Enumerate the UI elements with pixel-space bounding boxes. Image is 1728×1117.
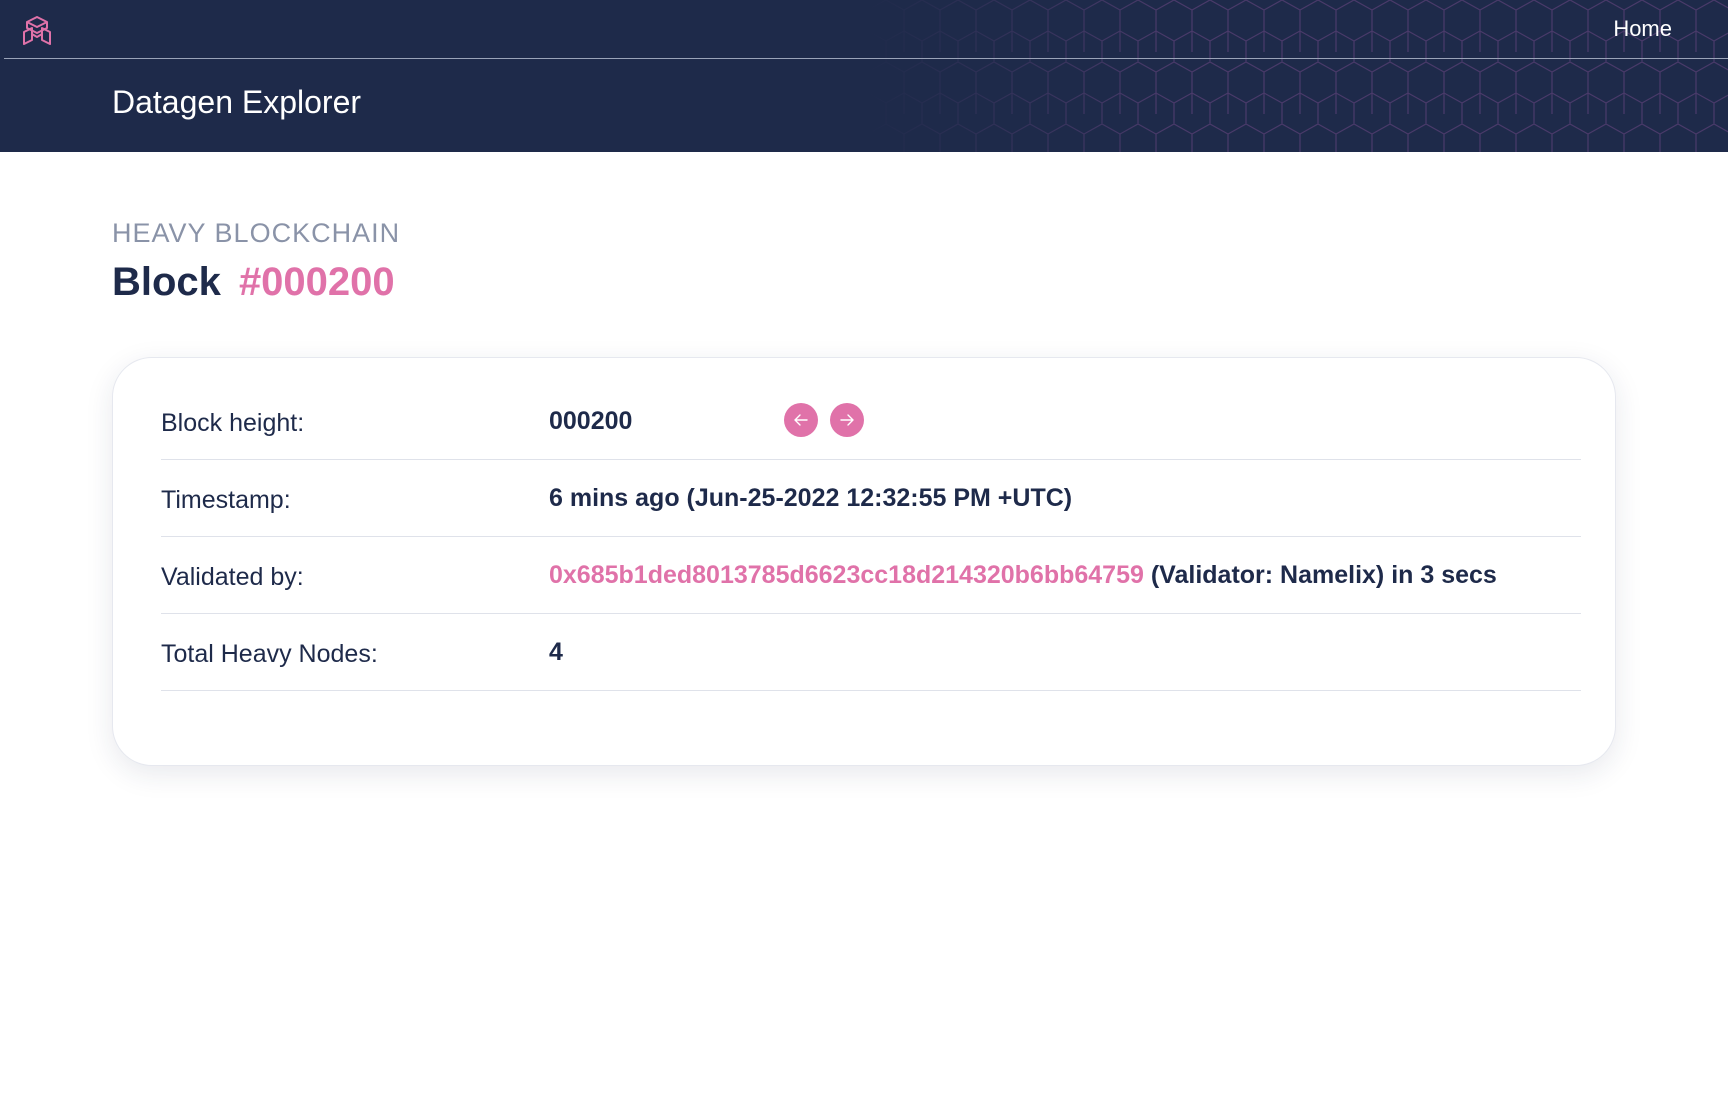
next-block-button[interactable] xyxy=(830,403,864,437)
validator-info: (Validator: Namelix) in 3 secs xyxy=(1143,561,1497,589)
detail-row-block-height: Block height: 000200 xyxy=(161,383,1581,460)
block-height-label: Block height: xyxy=(161,409,305,437)
block-number: #000200 xyxy=(238,260,395,304)
validated-by-label: Validated by: xyxy=(161,563,304,591)
previous-block-button[interactable] xyxy=(784,403,818,437)
home-link[interactable]: Home xyxy=(1613,16,1672,42)
site-header: Home Datagen Explorer xyxy=(0,0,1728,152)
validated-by-value: 0x685b1ded8013785d6623cc18d214320b6bb647… xyxy=(549,561,1497,590)
detail-row-timestamp: Timestamp: 6 mins ago (Jun-25-2022 12:32… xyxy=(161,460,1581,537)
total-nodes-value: 4 xyxy=(549,638,563,666)
section-eyebrow: HEAVY BLOCKCHAIN xyxy=(112,218,401,248)
timestamp-label: Timestamp: xyxy=(161,486,291,514)
app-title: Datagen Explorer xyxy=(112,84,362,120)
detail-row-validated-by: Validated by: 0x685b1ded8013785d6623cc18… xyxy=(161,537,1581,614)
timestamp-value: 6 mins ago (Jun-25-2022 12:32:55 PM +UTC… xyxy=(549,484,1073,512)
arrow-left-icon xyxy=(794,414,808,426)
page-title: Block #000200 xyxy=(112,260,395,305)
page-title-prefix: Block xyxy=(112,260,221,304)
cube-logo-icon[interactable] xyxy=(20,14,54,48)
validator-address-link[interactable]: 0x685b1ded8013785d6623cc18d214320b6bb647… xyxy=(549,561,1144,589)
total-nodes-label: Total Heavy Nodes: xyxy=(161,640,378,668)
detail-row-total-nodes: Total Heavy Nodes: 4 xyxy=(161,614,1581,691)
header-divider xyxy=(4,58,1728,59)
top-nav-bar: Home xyxy=(0,0,1728,59)
block-details-card: Block height: 000200 Timestamp: 6 mins a… xyxy=(112,357,1616,766)
arrow-right-icon xyxy=(840,414,854,426)
block-height-value: 000200 xyxy=(549,407,633,435)
